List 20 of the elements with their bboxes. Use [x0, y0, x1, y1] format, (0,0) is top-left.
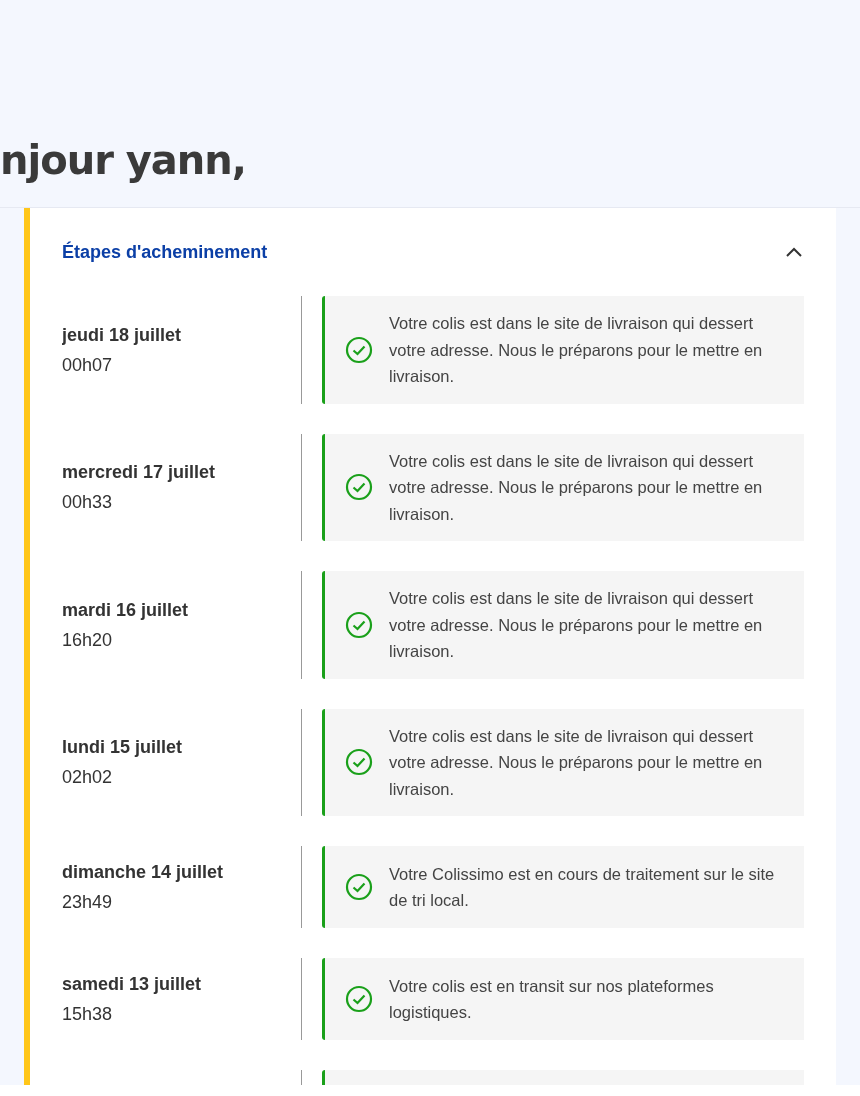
- event-time: 02h02: [62, 766, 114, 790]
- event-message: Votre Colissimo est en cours de traitement sur le site de tri local.: [389, 863, 776, 911]
- event-date: dimanche 14 juillet: [62, 861, 225, 884]
- event-date: mercredi 17 juillet: [62, 461, 217, 485]
- event-time: 15h38: [62, 1003, 114, 1026]
- event-time: 23h49: [62, 891, 114, 914]
- event-message: Votre colis est dans le site de livraison qui dessert votre adresse. Nous le préparons pour le mettre en livraison.: [389, 450, 764, 525]
- event-message: Votre colis est dans le site de livraison qui dessert votre adresse. Nous le préparons pour le mettre en livraison.: [389, 588, 764, 662]
- event-message: Votre colis est dans le site de livraison qui dessert votre adresse. Nous le préparons pour le mettre en livraison.: [389, 725, 764, 800]
- event-date: jeudi 18 juillet: [62, 323, 183, 347]
- event-time: 00h33: [62, 491, 114, 515]
- event-date: samedi 13 juillet: [62, 973, 203, 996]
- greeting-heading: njour yann,: [0, 137, 246, 183]
- event-message: Votre colis est en transit sur nos plateformes logistiques.: [389, 975, 715, 1023]
- section-title[interactable]: Étapes d'acheminement: [62, 241, 268, 263]
- event-date: mardi 16 juillet: [62, 598, 190, 622]
- event-date: lundi 15 juillet: [62, 736, 183, 760]
- event-time: 00h07: [62, 353, 114, 377]
- event-time: 16h20: [62, 628, 114, 652]
- event-message: Votre colis est dans le site de livraison qui dessert votre adresse. Nous le préparons pour le mettre en livraison.: [389, 313, 764, 387]
